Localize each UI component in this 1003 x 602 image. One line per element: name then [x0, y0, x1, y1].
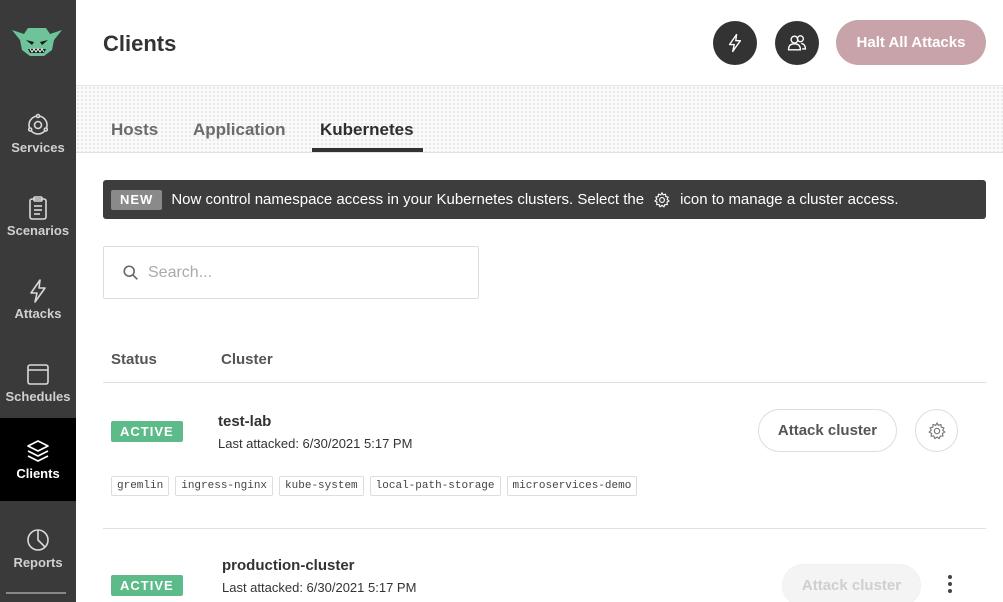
banner-text-suffix: icon to manage a cluster access.: [680, 191, 899, 208]
sidebar-item-reports[interactable]: Reports: [0, 507, 76, 590]
cluster-name[interactable]: production-cluster: [222, 557, 355, 574]
namespace-tag: ingress-nginx: [175, 476, 274, 496]
column-header-status[interactable]: Status: [111, 351, 157, 368]
namespace-tags: gremlin ingress-nginx kube-system local-…: [111, 476, 638, 496]
gear-icon: [927, 421, 946, 439]
sidebar-item-label: Reports: [13, 555, 63, 570]
column-header-cluster[interactable]: Cluster: [221, 351, 273, 368]
new-badge: NEW: [111, 189, 163, 210]
gear-icon: [654, 191, 670, 208]
sidebar-item-label: Scenarios: [6, 223, 70, 238]
sidebar-item-scenarios[interactable]: Scenarios: [0, 175, 76, 258]
tab-kubernetes[interactable]: Kubernetes: [320, 120, 414, 140]
sidebar-item-schedules[interactable]: Schedules: [0, 341, 76, 424]
namespace-tag: kube-system: [279, 476, 364, 496]
users-icon: [787, 35, 807, 51]
attacks-shortcut-button[interactable]: [713, 21, 757, 65]
tab-bar: Hosts Application Kubernetes: [76, 86, 1003, 153]
cluster-settings-button[interactable]: [915, 409, 958, 452]
halt-all-attacks-button[interactable]: Halt All Attacks: [836, 20, 986, 65]
last-attacked-text: Last attacked: 6/30/2021 5:17 PM: [218, 436, 413, 451]
lightning-icon: [30, 279, 46, 303]
cluster-name[interactable]: test-lab: [218, 413, 271, 430]
page-header: Clients Halt All Attacks: [76, 0, 1003, 86]
announcement-banner: NEW Now control namespace access in your…: [103, 180, 986, 219]
status-badge: ACTIVE: [111, 575, 183, 596]
row-divider: [103, 528, 986, 529]
search-input[interactable]: [148, 263, 448, 282]
search-field[interactable]: [103, 246, 479, 299]
gremlin-logo-icon[interactable]: [10, 22, 64, 58]
layers-icon: [27, 440, 49, 462]
row-divider: [103, 382, 986, 383]
attack-cluster-button[interactable]: Attack cluster: [758, 409, 897, 452]
sidebar-divider: [6, 592, 66, 594]
namespace-tag: gremlin: [111, 476, 170, 496]
attack-cluster-button[interactable]: Attack cluster: [782, 564, 921, 602]
tab-application[interactable]: Application: [193, 120, 286, 140]
status-badge: ACTIVE: [111, 421, 183, 442]
services-icon: [27, 113, 49, 135]
active-tab-indicator: [312, 148, 423, 152]
search-icon: [123, 264, 138, 280]
sidebar-item-clients[interactable]: Clients: [0, 418, 76, 501]
sidebar-item-attacks[interactable]: Attacks: [0, 258, 76, 341]
sidebar-item-label: Services: [11, 140, 65, 155]
sidebar: Services Scenarios Attacks Schedules Cli…: [0, 0, 76, 602]
sidebar-item-services[interactable]: Services: [0, 92, 76, 175]
sidebar-item-label: Schedules: [5, 389, 71, 404]
sidebar-item-label: Attacks: [14, 306, 62, 321]
team-button[interactable]: [775, 21, 819, 65]
page-title: Clients: [103, 31, 177, 56]
banner-text: Now control namespace access in your Kub…: [171, 191, 645, 208]
clipboard-icon: [29, 196, 47, 220]
last-attacked-text: Last attacked: 6/30/2021 5:17 PM: [222, 580, 417, 595]
tab-hosts[interactable]: Hosts: [111, 120, 158, 140]
namespace-tag: microservices-demo: [506, 476, 638, 496]
lightning-icon: [728, 33, 742, 53]
calendar-icon: [27, 364, 49, 385]
more-options-icon[interactable]: [940, 572, 960, 596]
sidebar-item-label: Clients: [16, 466, 60, 481]
pie-chart-icon: [27, 529, 49, 551]
namespace-tag: local-path-storage: [369, 476, 501, 496]
